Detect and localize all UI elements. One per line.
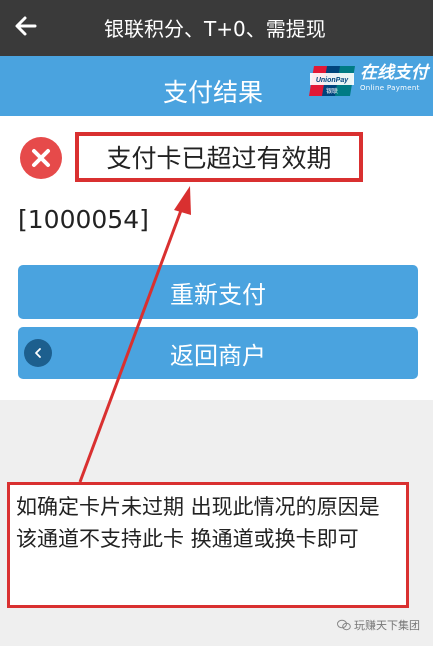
close-icon	[32, 149, 50, 167]
annotation-note: 如确定卡片未过期 出现此情况的原因是该通道不支持此卡 换通道或换卡即可	[7, 482, 409, 608]
back-to-merchant-label: 返回商户	[170, 341, 266, 370]
error-code: [1000054]	[18, 205, 149, 234]
arrow-left-icon	[15, 16, 37, 36]
annotation-text: 如确定卡片未过期 出现此情况的原因是该通道不支持此卡 换通道或换卡即可	[16, 495, 380, 551]
topbar-title: 银联积分、T+0、需提现	[104, 17, 326, 41]
unionpay-logo: UnionPay 银联	[309, 66, 355, 96]
error-message-box: 支付卡已超过有效期	[75, 132, 363, 182]
back-to-merchant-button[interactable]: 返回商户	[18, 327, 418, 379]
error-icon	[20, 137, 62, 179]
back-button[interactable]	[6, 6, 46, 46]
top-bar: 银联积分、T+0、需提现	[0, 0, 433, 56]
online-payment-brand: 在线支付 Online Payment	[360, 63, 428, 93]
svg-text:银联: 银联	[326, 87, 338, 95]
error-message: 支付卡已超过有效期	[106, 144, 332, 173]
chevron-left-icon	[24, 339, 52, 367]
online-payment-cn: 在线支付	[360, 63, 428, 83]
watermark-text: 玩赚天下集团	[354, 619, 420, 632]
watermark: 玩赚天下集团	[337, 617, 420, 633]
repay-button-label: 重新支付	[170, 280, 266, 309]
wechat-icon	[337, 619, 351, 631]
page-title: 支付结果	[163, 78, 264, 107]
repay-button[interactable]: 重新支付	[18, 265, 418, 319]
online-payment-en: Online Payment	[360, 84, 420, 92]
svg-text:UnionPay: UnionPay	[316, 77, 349, 84]
